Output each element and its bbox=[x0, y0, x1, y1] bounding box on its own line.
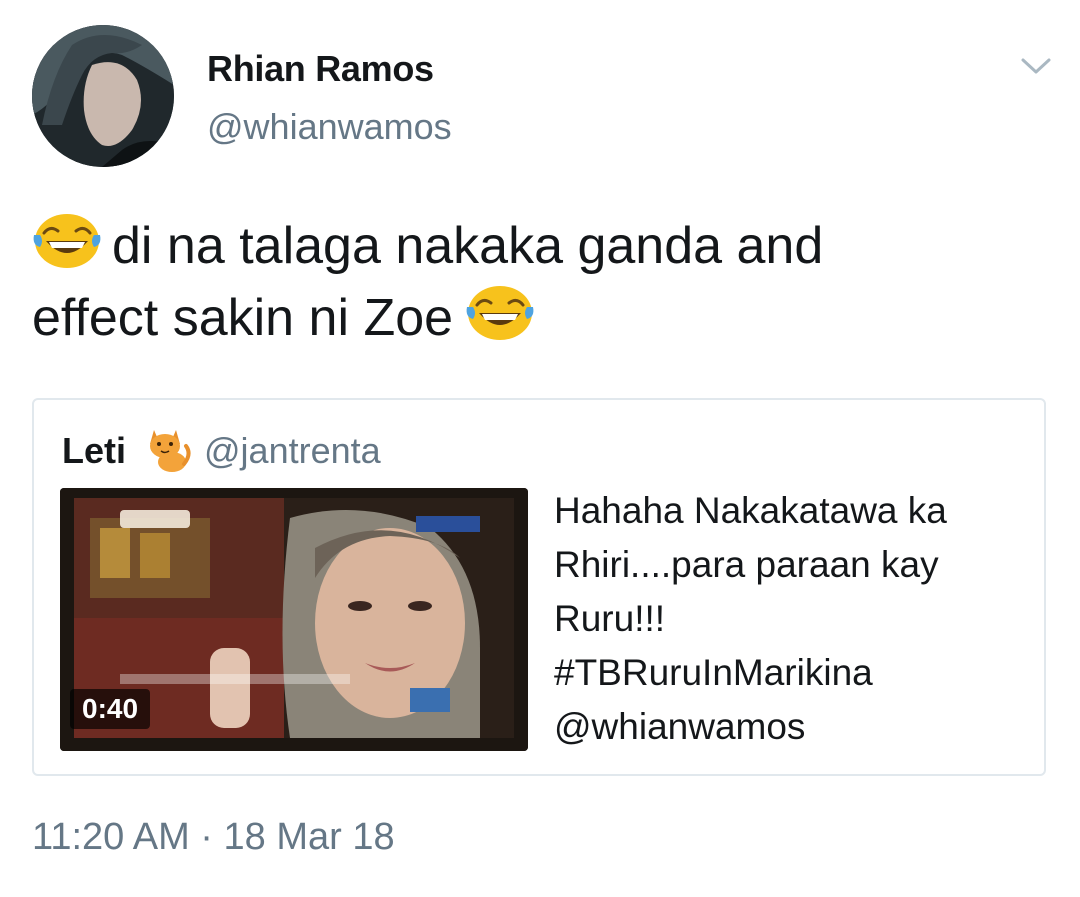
chevron-down-icon[interactable] bbox=[1019, 54, 1053, 78]
tweet-text-line2: effect sakin ni Zoe bbox=[32, 289, 454, 347]
quoted-author-name[interactable]: Leti bbox=[62, 430, 126, 472]
author-handle[interactable]: @whianwamos bbox=[207, 106, 452, 148]
laughing-emoji-icon bbox=[465, 283, 535, 343]
tweet-text: di na talaga nakaka ganda and effect sak… bbox=[32, 210, 1042, 354]
quoted-tweet-card[interactable]: Leti @jantrenta 0:40 Hahaha Nakakatawa k… bbox=[32, 398, 1046, 776]
profile-photo bbox=[32, 25, 174, 167]
laughing-emoji-icon bbox=[32, 211, 102, 271]
tweet-timestamp[interactable]: 11:20 AM · 18 Mar 18 bbox=[32, 816, 395, 859]
tweet-text-line1: di na talaga nakaka ganda and bbox=[112, 217, 824, 275]
mention-link[interactable]: @whianwamos bbox=[554, 700, 1024, 754]
quoted-author-handle[interactable]: @jantrenta bbox=[204, 430, 381, 472]
quoted-text-line: Rhiri....para paraan kay bbox=[554, 544, 939, 585]
video-thumbnail[interactable]: 0:40 bbox=[60, 488, 528, 751]
quoted-tweet-text: Hahaha Nakakatawa ka Rhiri....para paraa… bbox=[554, 484, 1024, 754]
author-display-name[interactable]: Rhian Ramos bbox=[207, 48, 434, 90]
quoted-text-line: Ruru!!! bbox=[554, 598, 666, 639]
cat-icon bbox=[146, 424, 192, 474]
avatar[interactable] bbox=[32, 25, 174, 167]
quoted-text-line: Hahaha Nakakatawa ka bbox=[554, 490, 947, 531]
hashtag-link[interactable]: #TBRuruInMarikina bbox=[554, 646, 1024, 700]
video-duration-badge: 0:40 bbox=[70, 689, 151, 729]
